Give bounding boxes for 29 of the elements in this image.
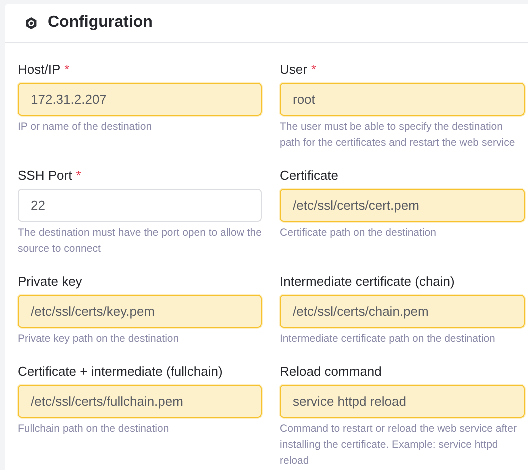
input-field[interactable]: /etc/ssl/certs/key.pem — [18, 295, 262, 328]
required-mark: * — [64, 62, 70, 76]
input-field[interactable]: /etc/ssl/certs/chain.pem — [280, 295, 525, 328]
required-mark: * — [76, 168, 82, 182]
field-label: Certificate — [280, 168, 339, 182]
field-label: Intermediate certificate (chain) — [280, 274, 455, 288]
field-hint: Private key path on the destination — [18, 332, 180, 347]
field-hint: The user must be able to specify the destination path for the certificates and restart the web service — [280, 120, 516, 151]
field-hint: Fullchain path on the destination — [18, 422, 170, 437]
field-label: SSH Port — [18, 168, 72, 182]
input-field[interactable]: /etc/ssl/certs/cert.pem — [280, 189, 525, 222]
settings-icon — [25, 16, 38, 30]
field-hint: Certificate path on the destination — [280, 226, 438, 241]
field-hint: Intermediate certificate path on the destination — [280, 332, 496, 347]
field-label: User — [280, 62, 308, 76]
input-field[interactable]: root — [280, 83, 525, 116]
input-field[interactable]: 172.31.2.207 — [18, 83, 262, 116]
field-label: Reload command — [280, 364, 382, 378]
input-field[interactable]: 22 — [18, 189, 262, 222]
field-label: Host/IP — [18, 62, 61, 76]
required-mark: * — [311, 62, 317, 76]
field-hint: IP or name of the destination — [18, 120, 154, 135]
card-title: Configuration — [48, 14, 153, 32]
field-hint: The destination must have the port open to allow the source to connect — [18, 226, 262, 257]
input-field[interactable]: service httpd reload — [280, 385, 525, 418]
field-label: Private key — [18, 274, 82, 288]
field-label: Certificate + intermediate (fullchain) — [18, 364, 223, 378]
input-field[interactable]: /etc/ssl/certs/fullchain.pem — [18, 385, 262, 418]
field-hint: Command to restart or reload the web service after installing the certificate. Example: service httpd reload — [280, 422, 518, 469]
